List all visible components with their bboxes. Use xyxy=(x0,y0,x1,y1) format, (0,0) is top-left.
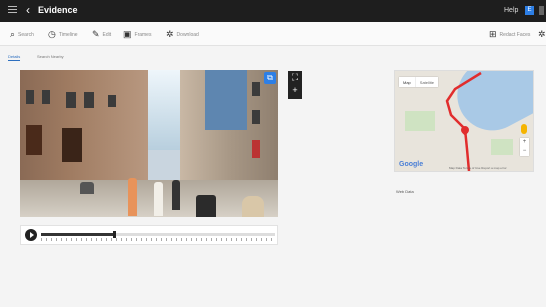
clock-icon: ◷ xyxy=(48,29,56,39)
panorama-button[interactable]: ⧉ xyxy=(264,72,276,84)
overflow-icon[interactable] xyxy=(539,6,544,15)
street-view-video[interactable]: ⧉ xyxy=(20,70,278,217)
pegman-icon[interactable] xyxy=(521,124,527,134)
map-type-toggle: Map Satellite xyxy=(399,77,439,87)
frames-button[interactable]: ▣ Frames xyxy=(123,29,151,40)
download-label: Download xyxy=(176,32,199,38)
settings-icon[interactable]: ✲ xyxy=(538,29,546,40)
camera-icon: ▣ xyxy=(123,29,132,39)
web-data-label: Web Data xyxy=(396,189,414,194)
app-header: ‹ Evidence Help E xyxy=(0,0,546,22)
bicycle xyxy=(80,182,94,194)
redact-faces-button[interactable]: ⊞ Redact Faces xyxy=(489,29,530,40)
timeline-tick-labels xyxy=(41,241,275,245)
help-link[interactable]: Help xyxy=(504,7,518,14)
tab-search-nearby[interactable]: Search Nearby xyxy=(37,54,64,59)
timeline-label: Timeline xyxy=(58,32,78,38)
pedestrian xyxy=(128,178,137,216)
seek-progress xyxy=(41,233,114,236)
gear-icon: ✲ xyxy=(166,29,174,39)
timeline-button[interactable]: ◷ Timeline xyxy=(48,29,78,40)
blue-building xyxy=(205,70,247,130)
redact-faces-label: Redact Faces xyxy=(499,32,531,38)
zoom-out-icon: − xyxy=(522,148,527,154)
map-attribution[interactable]: Map Data Terms of Use Report a map error xyxy=(449,166,507,170)
pedestrian xyxy=(242,196,264,217)
zoom-control[interactable]: + − xyxy=(520,138,529,156)
download-button[interactable]: ✲ Download xyxy=(166,29,199,40)
video-player-controls xyxy=(20,225,278,245)
street xyxy=(20,180,278,217)
page-title: Evidence xyxy=(38,5,78,15)
redact-icon: ⊞ xyxy=(489,29,497,39)
zoom-in-icon: + xyxy=(522,139,527,145)
location-map[interactable]: Map Satellite + − Google Map Data Terms o… xyxy=(394,70,534,172)
view-tools: ⛶ + xyxy=(288,71,302,99)
pedestrian xyxy=(172,180,180,210)
google-logo: Google xyxy=(399,161,424,168)
tab-bar: Details Search Nearby xyxy=(0,46,546,64)
toolbar: ⌕ Search ◷ Timeline ✎ Edit ▣ Frames ✲ Downloa… xyxy=(0,22,546,46)
tab-details[interactable]: Details xyxy=(8,54,21,61)
add-icon[interactable]: + xyxy=(288,84,302,97)
search-icon: ⌕ xyxy=(10,29,16,39)
search-button[interactable]: ⌕ Search xyxy=(10,29,34,40)
edit-button[interactable]: ✎ Edit xyxy=(92,29,111,40)
play-button[interactable] xyxy=(25,229,37,241)
map-type-satellite[interactable]: Satellite xyxy=(414,77,438,87)
pencil-icon: ✎ xyxy=(92,29,100,39)
frames-label: Frames xyxy=(134,32,152,38)
pedestrian xyxy=(154,182,163,216)
map-type-map[interactable]: Map xyxy=(399,77,415,87)
stroller xyxy=(196,195,216,217)
search-label: Search xyxy=(18,32,34,38)
seek-handle[interactable] xyxy=(112,231,116,238)
back-arrow-icon[interactable]: ‹ xyxy=(26,3,30,17)
user-avatar[interactable]: E xyxy=(525,6,534,15)
edit-label: Edit xyxy=(102,32,112,38)
menu-icon[interactable] xyxy=(8,6,17,15)
fullscreen-icon[interactable]: ⛶ xyxy=(288,71,302,84)
seek-bar[interactable] xyxy=(41,231,275,238)
